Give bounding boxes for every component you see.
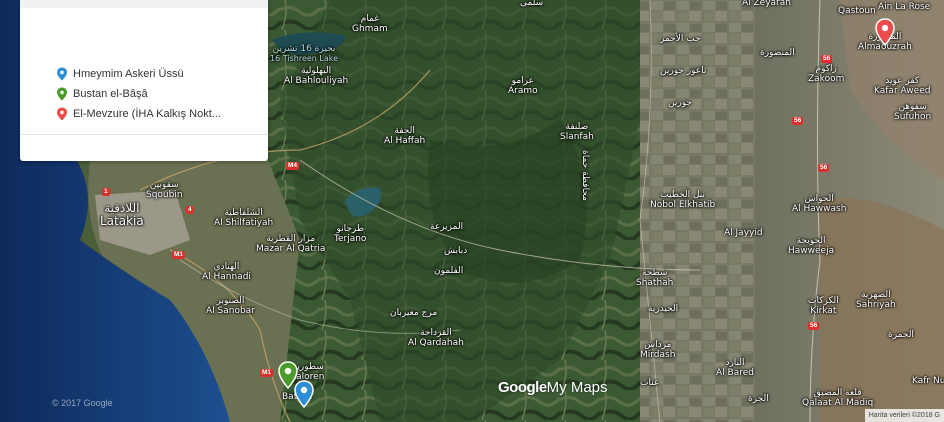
map-data-attribution[interactable]: Harita verileri ©2018 G xyxy=(864,409,944,422)
place-label: الجرة xyxy=(748,394,769,404)
legend-item-label: El-Mevzure (İHA Kalkış Nokt... xyxy=(73,108,221,120)
road-shield: 56 xyxy=(821,55,833,63)
place-label: المنصورة xyxy=(760,48,795,58)
legend-item[interactable]: El-Mevzure (İHA Kalkış Nokt... xyxy=(56,104,221,124)
place-label: الصنوبر Al Sanobar xyxy=(206,296,255,316)
place-label: المزيرعة xyxy=(430,222,464,232)
place-label: الكركات Kirkat xyxy=(808,296,839,316)
place-label: سفوهن Sufuhon xyxy=(894,102,932,122)
road-shield: 1 xyxy=(102,188,110,196)
place-label: الشلفاطية Al Shilfatiyah xyxy=(214,208,274,228)
panel-header-strip xyxy=(20,0,268,8)
place-label: قلعة المضيق Qalaat Al Madiq xyxy=(802,388,874,408)
place-label: زاكوم Zakoom xyxy=(808,64,845,84)
place-label: الصهرية Sahriyah xyxy=(856,290,896,310)
legend-item-label: Hmeymim Askeri Üssü xyxy=(73,68,184,80)
legend-list: Hmeymim Askeri Üssü Bustan el-Bâşâ El-Me… xyxy=(56,64,221,124)
legend-item[interactable]: Bustan el-Bâşâ xyxy=(56,84,221,104)
road-shield: 4 xyxy=(186,206,194,214)
legend-item[interactable]: Hmeymim Askeri Üssü xyxy=(56,64,221,84)
marker-mevzure-pin-icon[interactable] xyxy=(875,18,895,46)
place-label: طرجانو Terjano xyxy=(334,224,367,244)
map-pin-icon xyxy=(57,107,67,121)
place-label: مزار القطرية Mazar Al Qatria xyxy=(256,234,326,254)
panel-divider xyxy=(20,134,268,135)
place-label: سلمى xyxy=(520,0,544,8)
google-my-maps-logo: GoogleMy Maps xyxy=(498,379,608,396)
legend-item-label: Bustan el-Bâşâ xyxy=(73,88,148,100)
place-label: البهلولية Al Bahlouliyah xyxy=(284,66,349,86)
copyright-text: © 2017 Google xyxy=(52,398,113,408)
place-label: كفر عويد Kafar Aweed xyxy=(874,76,931,96)
place-label: عناب xyxy=(640,378,660,388)
road-shield: M4 xyxy=(286,162,300,170)
place-label: الفلمون xyxy=(434,266,464,276)
place-label: مرداش Mirdash xyxy=(640,340,676,360)
place-label: محافظة حماة xyxy=(580,150,590,201)
place-label: بحيرة 16 تشرين 16 Tishreen Lake xyxy=(270,44,339,63)
place-label: جب الأحمر xyxy=(660,34,701,44)
place-label: دبابش xyxy=(444,246,468,256)
place-label: عرامو Aramo xyxy=(508,76,538,96)
place-label: نبل الخطيب Nobol Elkhatib xyxy=(650,190,716,210)
road-shield: M1 xyxy=(260,369,274,377)
road-shield: 56 xyxy=(792,117,804,125)
place-label: صلنفة Slanfah xyxy=(560,122,594,142)
place-label: الحواش Al Hawwash xyxy=(792,194,847,214)
place-label: سقوبين Sqoubin xyxy=(146,180,183,200)
place-label: الحويجة Hawweeja xyxy=(788,236,835,256)
marker-bustan-pin-icon[interactable] xyxy=(278,361,298,389)
road-shield: 56 xyxy=(818,164,830,172)
place-label: اللاذقية Latakia xyxy=(100,201,144,228)
map-pin-icon xyxy=(57,67,67,81)
place-label: البارد Al Bared xyxy=(716,358,754,378)
road-shield: 56 xyxy=(808,322,820,330)
road-shield: M1 xyxy=(172,251,186,259)
place-label: مرج معيربان xyxy=(390,308,438,318)
place-label: Ain La Rose xyxy=(878,2,931,12)
place-label: Al Zeyaran xyxy=(742,0,791,8)
place-label: الجمرة xyxy=(888,330,914,340)
place-label: الحيدرية xyxy=(648,304,679,314)
map-pin-icon xyxy=(57,87,67,101)
place-label: الهنادي Al Hannadi xyxy=(202,262,251,282)
place-label: Qastoun xyxy=(838,6,876,16)
place-label: الحفة Al Haffah xyxy=(384,126,426,146)
place-label: شطحة Shathah xyxy=(636,268,674,288)
place-label: Kafr Nu... xyxy=(912,376,944,386)
place-label: تاعور جورين xyxy=(660,66,707,76)
place-label: جورين xyxy=(668,98,692,108)
place-label: القرداحة Al Qardahah xyxy=(408,328,464,348)
place-label: غمام Ghmam xyxy=(352,14,388,34)
legend-panel: Hmeymim Askeri Üssü Bustan el-Bâşâ El-Me… xyxy=(20,0,268,161)
place-label: Al Jayyid xyxy=(724,228,763,238)
